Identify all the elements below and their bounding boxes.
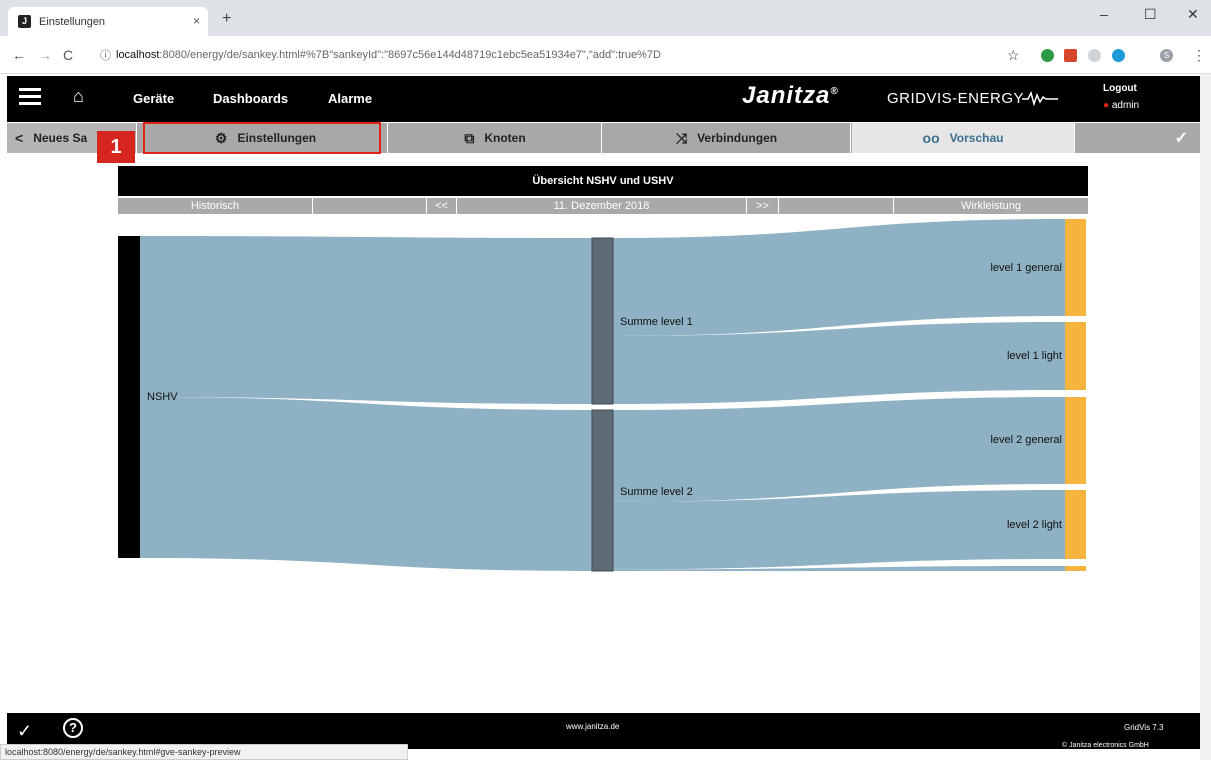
sankey-node--unlabeled-[interactable] <box>1065 566 1086 571</box>
page-scrollbar[interactable] <box>1200 74 1211 760</box>
footer-version: GridVis 7.3 <box>1124 723 1164 732</box>
sankey-node-nshv[interactable] <box>118 236 140 558</box>
status-url-bubble: localhost:8080/energy/de/sankey.html#gve… <box>0 744 408 760</box>
help-icon[interactable]: ? <box>63 718 83 738</box>
sankey-label-level-2-general: level 2 general <box>990 434 1062 446</box>
sankey-link-0 <box>140 236 592 404</box>
sankey-label-level-2-light: level 2 light <box>1007 519 1062 531</box>
sankey-label-nshv: NSHV <box>147 391 178 403</box>
footer-check-icon[interactable]: ✓ <box>17 721 32 742</box>
sankey-label-summe-level-2: Summe level 2 <box>620 486 693 498</box>
sankey-link-5 <box>613 490 1065 570</box>
footer-website[interactable]: www.janitza.de <box>566 722 619 731</box>
sankey-node-level-2-light[interactable] <box>1065 490 1086 559</box>
sankey-diagram: NSHV Summe level 1 Summe level 2 level 1 ge… <box>118 219 1086 572</box>
sankey-node-level-2-general[interactable] <box>1065 397 1086 484</box>
sankey-node-summe-level-1[interactable] <box>591 237 614 405</box>
sankey-link-1 <box>140 397 592 571</box>
sankey-label-level-1-general: level 1 general <box>990 262 1062 274</box>
sankey-node-summe-level-2[interactable] <box>591 409 614 572</box>
sankey-label-level-1-light: level 1 light <box>1007 350 1062 362</box>
footer-copyright: © Janitza electronics GmbH <box>1062 742 1149 749</box>
sankey-label-summe-level-1: Summe level 1 <box>620 316 693 328</box>
sankey-node-level-1-general[interactable] <box>1065 219 1086 316</box>
sankey-node-level-1-light[interactable] <box>1065 322 1086 390</box>
